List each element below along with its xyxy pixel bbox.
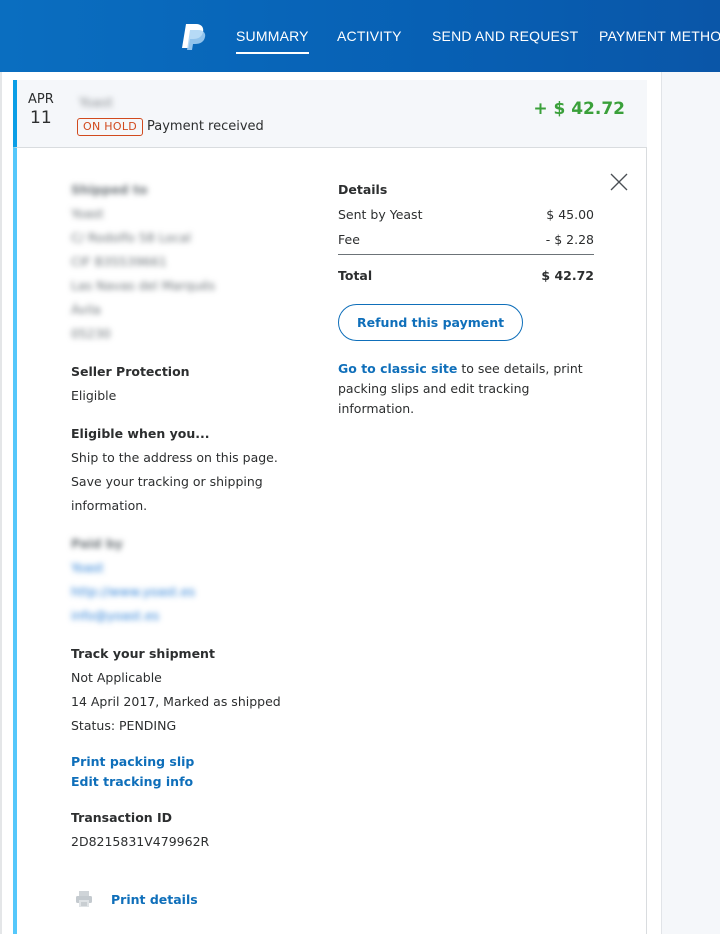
payer-name-link[interactable]: Yoast [71,556,311,580]
details-total-label: Total [338,268,373,283]
shipping-line: Ávila [71,302,101,317]
payer-email-link[interactable]: info@yoast.es [71,604,311,628]
details-total-value: $ 42.72 [541,268,594,283]
shipped-to-heading: Shipped to [71,182,148,197]
transaction-day: 11 [30,108,52,128]
eligible-when-line: Save your tracking or shipping [71,474,263,489]
detail-left-column: Shipped to Yoast C/ Rodolfo 58 Local CIF… [71,178,311,868]
nav-tab-summary[interactable]: SUMMARY [236,28,309,54]
classic-site-note: Go to classic site to see details, print… [338,359,594,419]
print-details-label: Print details [111,891,198,907]
details-heading: Details [338,182,388,197]
refund-payment-button[interactable]: Refund this payment [338,304,524,341]
tracking-section: Track your shipment Not Applicable 14 Ap… [71,642,311,738]
tracking-heading: Track your shipment [71,646,215,661]
on-hold-badge: ON HOLD [77,118,144,136]
details-row-label: Fee [338,232,360,247]
transaction-month: APR [28,92,54,107]
transaction-status: Payment received [147,119,264,134]
transaction-detail-card: Shipped to Yoast C/ Rodolfo 58 Local CIF… [13,147,647,934]
shipping-line: C/ Rodolfo 58 Local [71,230,192,245]
right-side-panel [661,72,720,934]
details-row: Fee - $ 2.28 [338,227,594,252]
eligible-when-section: Eligible when you... Ship to the address… [71,422,311,518]
shipping-line: Yoast [71,206,104,221]
close-icon[interactable] [609,172,629,192]
seller-protection-value: Eligible [71,388,117,403]
top-navigation-bar: SUMMARY ACTIVITY SEND AND REQUEST PAYMEN… [0,0,720,72]
transaction-id-value: 2D8215831V479962R [71,834,210,849]
tracking-line: Status: PENDING [71,718,177,733]
details-row-label: Sent by Yeast [338,207,423,222]
seller-protection-section: Seller Protection Eligible [71,360,311,408]
details-row-value: $ 45.00 [546,207,594,222]
print-packing-slip-link[interactable]: Print packing slip [71,752,311,772]
paid-by-heading: Paid by [71,536,123,551]
nav-tab-send-and-request[interactable]: SEND AND REQUEST [432,28,578,44]
eligible-when-line: Ship to the address on this page. [71,450,278,465]
shipping-line: CIF B35539661 [71,254,167,269]
printer-icon [76,891,92,907]
payer-website-link[interactable]: http://www.yoast.es [71,580,311,604]
transaction-id-heading: Transaction ID [71,810,173,825]
edit-tracking-info-link[interactable]: Edit tracking info [71,772,311,792]
transaction-amount: + $ 42.72 [533,99,625,119]
print-details-button[interactable]: Print details [75,890,198,908]
detail-right-column: Details Sent by Yeast $ 45.00 Fee - $ 2.… [338,178,594,419]
tracking-actions: Print packing slip Edit tracking info [71,752,311,792]
seller-protection-heading: Seller Protection [71,364,190,379]
details-divider [338,254,594,255]
nav-tab-activity[interactable]: ACTIVITY [337,28,402,44]
merchant-name: Yoast [79,96,114,111]
go-to-classic-site-link[interactable]: Go to classic site [338,361,457,376]
shipping-line: Las Navas del Marqués [71,278,216,293]
paid-by-section: Paid by Yoast http://www.yoast.es info@y… [71,532,311,628]
left-rail [0,72,2,934]
transaction-id-section: Transaction ID 2D8215831V479962R [71,806,311,854]
details-total-row: Total $ 42.72 [338,263,594,288]
transaction-row[interactable]: APR 11 Yoast ON HOLD Payment received + … [13,80,647,147]
details-row-value: - $ 2.28 [545,232,594,247]
tracking-line: 14 April 2017, Marked as shipped [71,694,281,709]
shipped-to-section: Shipped to Yoast C/ Rodolfo 58 Local CIF… [71,178,311,346]
details-row: Sent by Yeast $ 45.00 [338,202,594,227]
eligible-when-heading: Eligible when you... [71,426,210,441]
shipping-line: 05230 [71,326,111,341]
tracking-line: Not Applicable [71,670,162,685]
paypal-logo-icon[interactable] [180,22,206,50]
eligible-when-line: information. [71,498,148,513]
nav-tab-payment-methods[interactable]: PAYMENT METHODS [599,28,720,44]
